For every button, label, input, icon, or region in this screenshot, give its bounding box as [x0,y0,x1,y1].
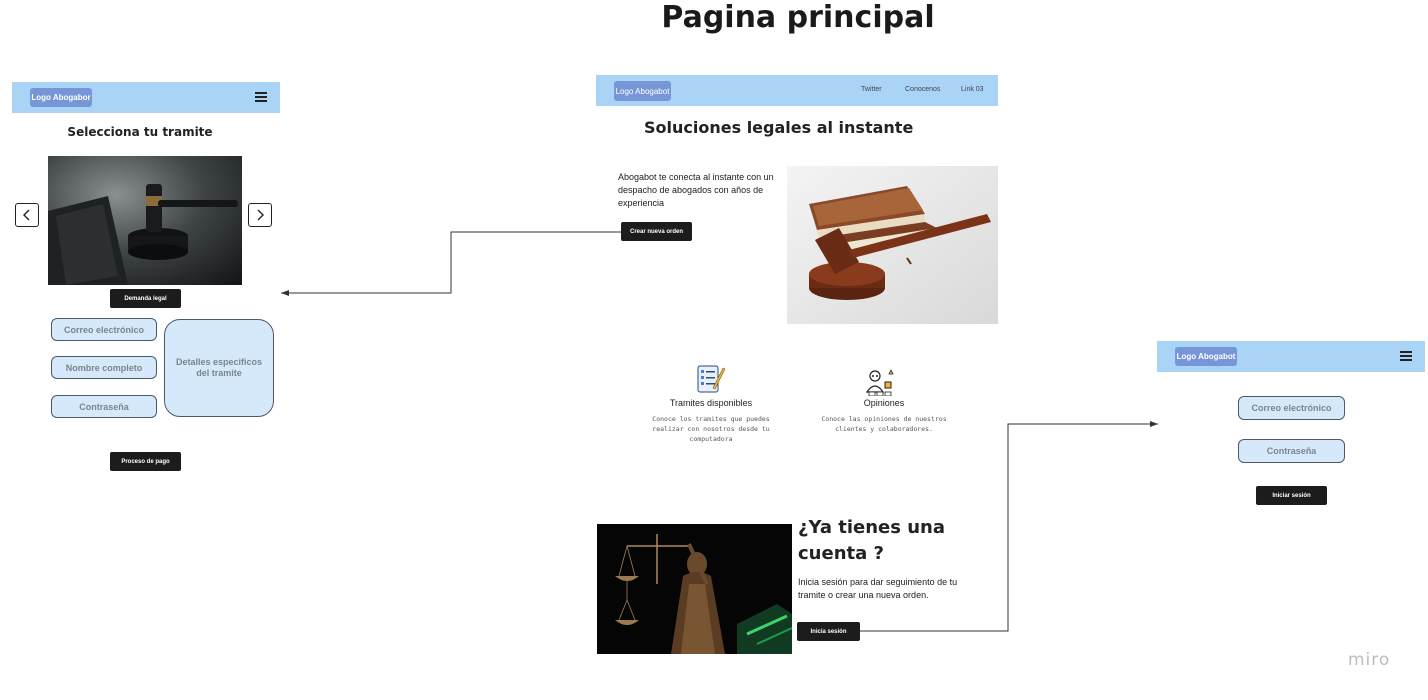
checklist-icon [697,365,725,393]
email-field[interactable]: Correo electrónico [1238,396,1345,420]
reviews-icon [865,369,894,396]
full-name-field[interactable]: Nombre completo [51,356,157,379]
nav-link-conocenos[interactable]: Conocenos [905,86,940,93]
home-navbar: Logo Abogabot Twitter Conocenos Link 03 [596,75,998,106]
tramite-heading: Selecciona tu tramite [67,125,213,139]
feature-text-opiniones: Conoce las opiniones de nuestros cliente… [821,415,947,433]
signin-button[interactable]: Iniciar sesión [1256,486,1327,505]
feature-title-opiniones: Opiniones [863,398,905,408]
miro-watermark: miro [1348,650,1391,670]
details-textarea[interactable]: Detalles especificos del tramite [164,319,274,417]
email-field[interactable]: Correo electrónico [51,318,157,341]
connector-order-to-tramite [281,231,621,296]
create-order-button[interactable]: Crear nueva orden [621,222,692,241]
books-gavel-photo [787,166,998,324]
chevron-right-icon [257,209,264,221]
demanda-legal-button[interactable]: Demanda legal [110,289,181,308]
account-title-line2: cuenta ? [798,543,884,564]
password-field[interactable]: Contraseña [1238,439,1345,463]
carousel-prev-button[interactable] [15,203,39,227]
tramite-navbar: Logo Abogabor [12,82,280,113]
gavel-photo [48,156,242,285]
hamburger-menu-icon[interactable] [255,92,267,102]
feature-text-tramites: Conoce los tramites que puedes realizar … [652,415,770,443]
hero-title: Soluciones legales al instante [644,118,914,137]
hamburger-menu-icon[interactable] [1400,351,1412,361]
chevron-left-icon [23,209,30,221]
login-button[interactable]: Inicia sesión [797,622,860,641]
nav-link-03[interactable]: Link 03 [961,86,984,93]
lady-justice-photo [597,524,792,654]
carousel-next-button[interactable] [248,203,272,227]
logo[interactable]: Logo Abogabot [1175,347,1237,366]
logo[interactable]: Logo Abogabot [614,81,671,101]
feature-title-tramites: Tramites disponibles [669,398,753,408]
account-title-line1: ¿Ya tienes una [798,517,945,538]
account-text: Inicia sesión para dar seguimiento de tu… [798,577,958,600]
password-field[interactable]: Contraseña [51,395,157,418]
hero-text: Abogabot te conecta al instante con un d… [618,172,774,208]
logo[interactable]: Logo Abogabor [30,88,92,107]
nav-link-twitter[interactable]: Twitter [861,86,882,93]
payment-button[interactable]: Proceso de pago [110,452,181,471]
login-navbar: Logo Abogabot [1157,341,1425,372]
